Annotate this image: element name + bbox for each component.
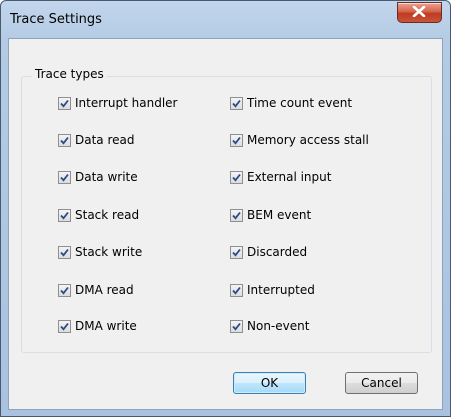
checkbox-label: External input [247, 170, 332, 184]
checkmark-icon [232, 248, 241, 257]
checkbox-label: Stack read [75, 208, 140, 222]
close-button[interactable] [397, 2, 442, 23]
checkbox-label: Time count event [247, 96, 353, 110]
checkbox-box[interactable] [230, 170, 243, 184]
checkbox-discarded[interactable]: Discarded [230, 244, 307, 260]
checkbox-time-count-event[interactable]: Time count event [230, 95, 352, 111]
checkbox-non-event[interactable]: Non-event [230, 318, 309, 334]
checkbox-box[interactable] [230, 245, 243, 259]
checkbox-box[interactable] [58, 96, 71, 110]
checkbox-bem-event[interactable]: BEM event [230, 207, 311, 223]
checkbox-box[interactable] [58, 133, 71, 147]
checkmark-icon [60, 211, 69, 220]
checkbox-label: Discarded [247, 245, 308, 259]
checkbox-label: Interrupted [247, 283, 315, 297]
checkbox-stack-read[interactable]: Stack read [58, 207, 139, 223]
checkmark-icon [60, 173, 69, 182]
checkbox-box[interactable] [58, 170, 71, 184]
checkbox-external-input[interactable]: External input [230, 169, 331, 185]
checkmark-icon [232, 99, 241, 108]
checkbox-data-read[interactable]: Data read [58, 132, 135, 148]
checkmark-icon [60, 322, 69, 331]
checkbox-interrupt-handler[interactable]: Interrupt handler [58, 95, 177, 111]
checkbox-dma-read[interactable]: DMA read [58, 282, 134, 298]
cancel-button[interactable]: Cancel [345, 372, 418, 394]
checkmark-icon [60, 136, 69, 145]
checkbox-box[interactable] [58, 208, 71, 222]
checkbox-label: BEM event [247, 208, 312, 222]
dialog-window: Trace Settings Trace types Interrupt han… [0, 0, 451, 417]
checkbox-label: Stack write [75, 245, 143, 259]
checkbox-label: Memory access stall [247, 133, 369, 147]
checkbox-data-write[interactable]: Data write [58, 169, 138, 185]
checkmark-icon [232, 322, 241, 331]
checkbox-label: DMA write [75, 319, 137, 333]
checkbox-box[interactable] [230, 319, 243, 333]
close-icon [412, 6, 426, 17]
checkbox-label: Data read [75, 133, 135, 147]
checkbox-box[interactable] [230, 208, 243, 222]
checkbox-dma-write[interactable]: DMA write [58, 318, 137, 334]
ok-button[interactable]: OK [233, 372, 306, 394]
checkbox-box[interactable] [58, 283, 71, 297]
checkbox-box[interactable] [230, 133, 243, 147]
checkbox-box[interactable] [230, 283, 243, 297]
checkbox-label: Interrupt handler [75, 96, 178, 110]
checkbox-box[interactable] [230, 96, 243, 110]
title-bar[interactable]: Trace Settings [1, 1, 450, 37]
checkmark-icon [60, 248, 69, 257]
checkbox-memory-access-stall[interactable]: Memory access stall [230, 132, 369, 148]
checkmark-icon [60, 99, 69, 108]
checkbox-label: DMA read [75, 283, 134, 297]
dialog-title: Trace Settings [10, 12, 102, 27]
checkbox-box[interactable] [58, 319, 71, 333]
checkbox-stack-write[interactable]: Stack write [58, 244, 142, 260]
group-label: Trace types [32, 67, 107, 81]
checkbox-label: Non-event [247, 319, 310, 333]
checkmark-icon [232, 173, 241, 182]
checkmark-icon [232, 286, 241, 295]
dialog-body: Trace types Interrupt handler Data read … [8, 38, 443, 410]
checkmark-icon [232, 136, 241, 145]
checkmark-icon [232, 211, 241, 220]
checkbox-label: Data write [75, 170, 138, 184]
checkbox-box[interactable] [58, 245, 71, 259]
checkmark-icon [60, 286, 69, 295]
checkbox-interrupted[interactable]: Interrupted [230, 282, 315, 298]
